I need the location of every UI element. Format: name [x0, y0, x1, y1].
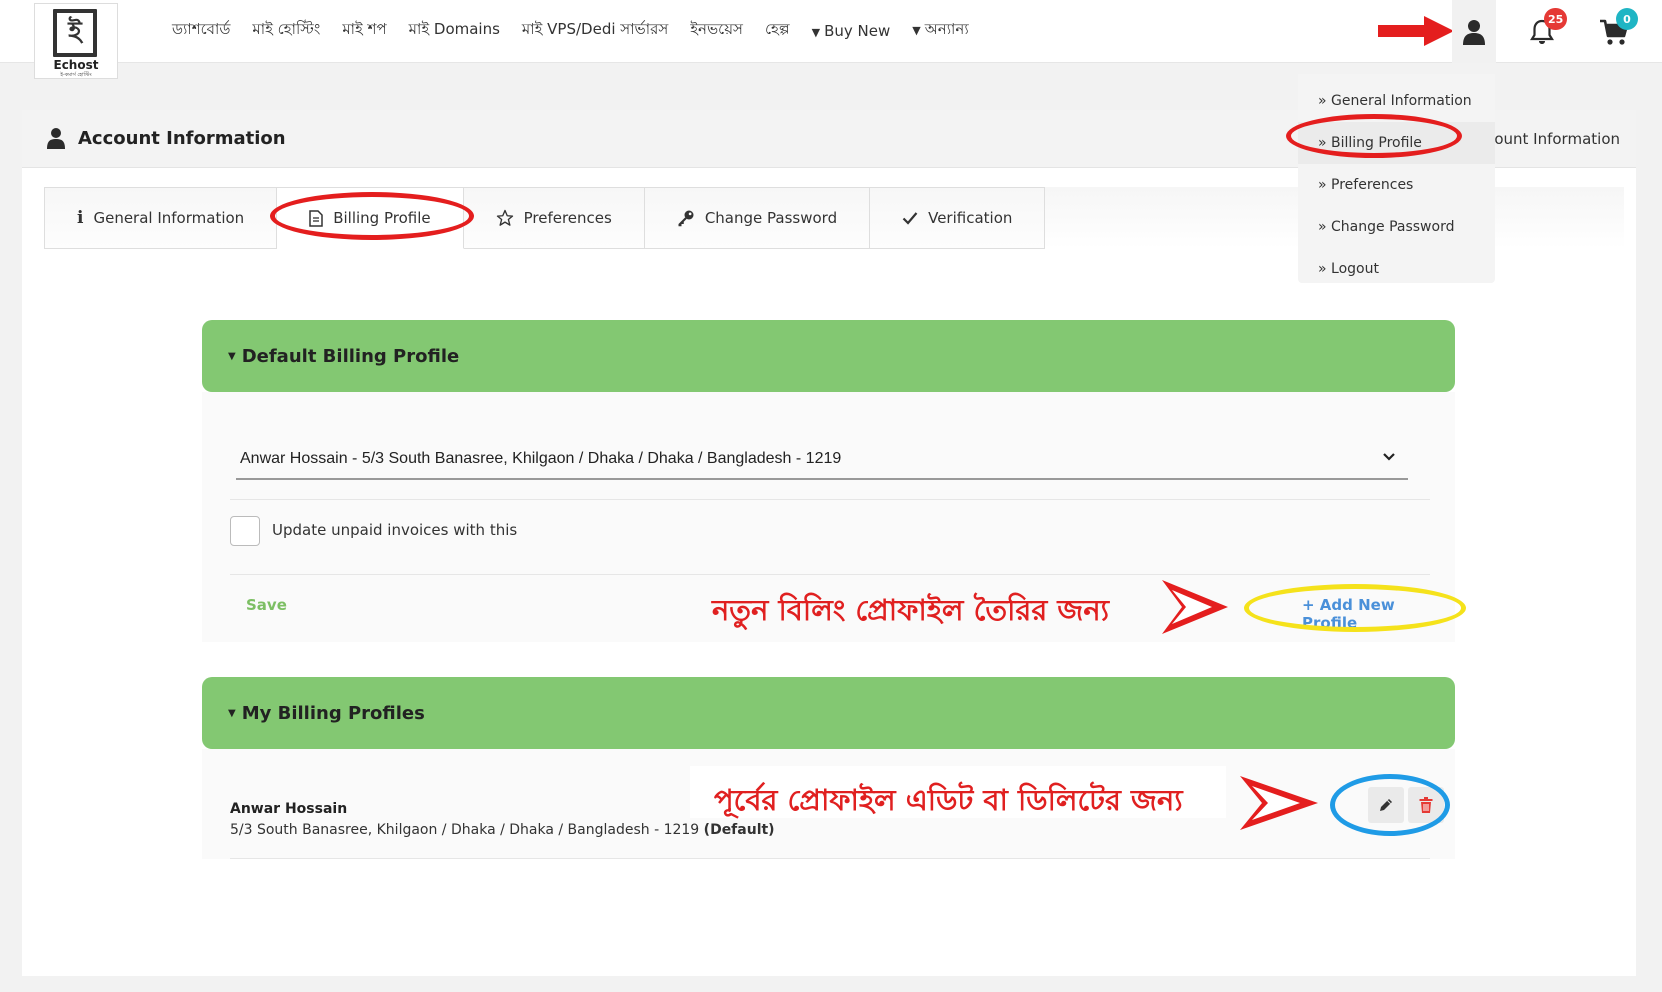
- chevron-down-icon: [1383, 453, 1395, 461]
- update-invoices-checkbox[interactable]: [230, 516, 260, 546]
- main-nav: ড্যাশবোর্ড মাই হোস্টিং মাই শপ মাই Domain…: [172, 18, 969, 43]
- logo[interactable]: ই Echost ই-কমার্স হোস্টিং: [34, 3, 118, 79]
- profile-name: Anwar Hossain: [230, 801, 348, 817]
- annotation-edit-note: পূর্বের প্রোফাইল এডিট বা ডিলিটের জন্য: [714, 783, 1183, 817]
- section-title: My Billing Profiles: [241, 702, 425, 724]
- page-title: Account Information: [78, 128, 286, 149]
- top-navbar: ই Echost ই-কমার্স হোস্টিং ড্যাশবোর্ড মাই…: [0, 0, 1662, 79]
- logo-tagline: ই-কমার্স হোস্টিং: [60, 72, 92, 78]
- nav-buy-new[interactable]: ▼ Buy New: [812, 22, 891, 40]
- edit-profile-button[interactable]: [1368, 787, 1404, 823]
- user-menu-button[interactable]: [1452, 0, 1496, 63]
- divider: [230, 574, 1430, 575]
- pencil-icon: [1380, 799, 1392, 811]
- default-billing-profile-header[interactable]: ▼ Default Billing Profile: [202, 320, 1455, 392]
- notifications-button[interactable]: 25: [1522, 8, 1568, 52]
- logo-name: Echost: [53, 58, 99, 72]
- tab-verification[interactable]: Verification: [870, 187, 1046, 249]
- nav-my-hosting[interactable]: মাই হোস্টিং: [252, 18, 320, 43]
- user-icon: [47, 128, 65, 149]
- breadcrumb: ount Information: [1494, 130, 1620, 148]
- nav-others-label: অন্যান্য: [924, 20, 969, 38]
- delete-profile-button[interactable]: [1408, 787, 1444, 823]
- account-tabs: i General Information Billing Profile Pr…: [44, 187, 1046, 249]
- update-invoices-label: Update unpaid invoices with this: [272, 521, 518, 539]
- cart-button[interactable]: 0: [1592, 8, 1638, 52]
- info-icon: i: [77, 208, 84, 228]
- profile-address-text: 5/3 South Banasree, Khilgaon / Dhaka / D…: [230, 822, 700, 838]
- tab-preferences[interactable]: Preferences: [463, 187, 645, 249]
- logo-mark: ই: [53, 9, 97, 57]
- caret-down-icon: ▼: [912, 24, 921, 37]
- tab-label: Billing Profile: [333, 209, 431, 227]
- document-icon: [309, 209, 323, 227]
- nav-dashboard[interactable]: ড্যাশবোর্ড: [172, 18, 230, 43]
- section-title: Default Billing Profile: [241, 345, 460, 367]
- caret-down-icon: ▼: [228, 707, 236, 719]
- annotation-arrowhead-icon: [1240, 776, 1318, 830]
- tab-label: Change Password: [704, 209, 838, 227]
- billing-profile-selected: Anwar Hossain - 5/3 South Banasree, Khil…: [240, 450, 842, 467]
- tab-label: General Information: [93, 209, 245, 227]
- annotation-arrow-icon: [1378, 16, 1454, 46]
- profile-address: 5/3 South Banasree, Khilgaon / Dhaka / D…: [230, 822, 775, 838]
- check-icon: [902, 212, 918, 225]
- nav-my-shop[interactable]: মাই শপ: [342, 18, 386, 43]
- nav-others[interactable]: ▼ অন্যান্য: [912, 18, 968, 43]
- cart-badge: 0: [1616, 8, 1638, 30]
- divider: [230, 499, 1430, 500]
- tab-label: Verification: [928, 209, 1013, 227]
- menu-item-change-password[interactable]: » Change Password: [1298, 206, 1495, 248]
- annotation-arrowhead-icon: [1162, 580, 1228, 634]
- caret-down-icon: ▼: [228, 350, 236, 362]
- notifications-badge: 25: [1544, 8, 1568, 30]
- nav-my-domains[interactable]: মাই Domains: [409, 18, 500, 43]
- caret-down-icon: ▼: [811, 25, 821, 39]
- tab-change-password[interactable]: Change Password: [644, 187, 871, 249]
- nav-my-vps[interactable]: মাই VPS/Dedi সার্ভারস: [522, 18, 668, 43]
- my-billing-profiles-header[interactable]: ▼ My Billing Profiles: [202, 677, 1455, 749]
- add-new-profile-button[interactable]: + Add New Profile: [1302, 596, 1455, 632]
- nav-help[interactable]: হেল্প: [765, 18, 790, 43]
- key-icon: [678, 210, 694, 227]
- user-dropdown-menu: » General Information » Billing Profile …: [1298, 74, 1495, 283]
- billing-profile-select[interactable]: Anwar Hossain - 5/3 South Banasree, Khil…: [236, 440, 1408, 480]
- nav-invoices[interactable]: ইনভয়েস: [690, 18, 743, 43]
- menu-item-preferences[interactable]: » Preferences: [1298, 164, 1495, 206]
- trash-icon: [1419, 797, 1433, 813]
- nav-buy-new-label: Buy New: [824, 21, 891, 40]
- menu-item-general-information[interactable]: » General Information: [1298, 80, 1495, 122]
- save-button[interactable]: Save: [246, 596, 287, 614]
- annotation-add-note: নতুন বিলিং প্রোফাইল তৈরির জন্য: [712, 593, 1110, 627]
- tab-general-information[interactable]: i General Information: [44, 187, 278, 249]
- divider: [230, 858, 1430, 859]
- tab-label: Preferences: [523, 209, 612, 227]
- user-icon: [1463, 19, 1485, 45]
- menu-item-billing-profile[interactable]: » Billing Profile: [1298, 122, 1495, 164]
- menu-item-logout[interactable]: » Logout: [1298, 248, 1495, 290]
- tab-billing-profile[interactable]: Billing Profile: [277, 187, 464, 249]
- star-icon: [496, 209, 513, 226]
